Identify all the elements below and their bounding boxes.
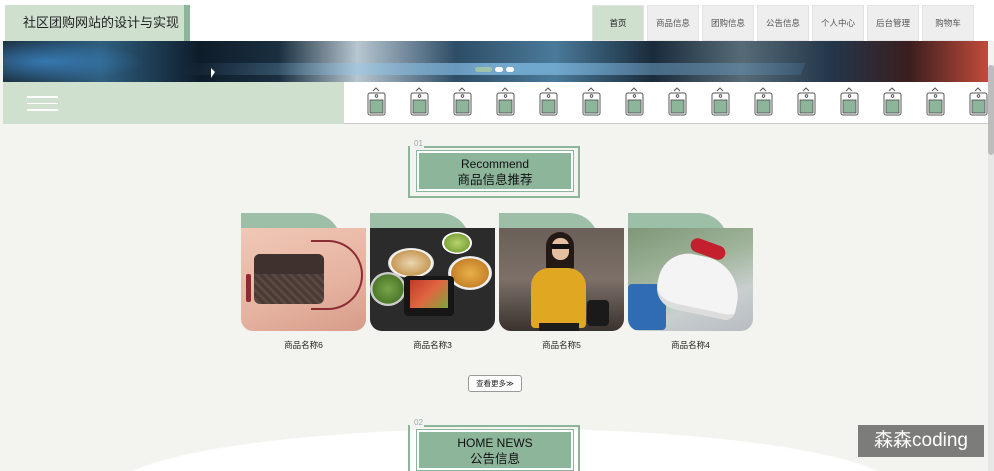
product-card[interactable]: 商品名称5 xyxy=(499,213,624,351)
product-list: 商品名称6 商品名称3 商品名称5 商品名称4 xyxy=(241,213,753,351)
recommend-section-title: 01 Recommend 商品信息推荐 xyxy=(408,139,580,198)
card-tab-decoration xyxy=(370,213,495,228)
nav-item-products[interactable]: 商品信息 xyxy=(647,5,699,41)
price-tag-icon[interactable] xyxy=(365,87,388,118)
product-image[interactable] xyxy=(628,228,753,331)
hamburger-menu-icon[interactable] xyxy=(27,96,58,116)
carousel-dot-3[interactable] xyxy=(506,67,514,72)
nav-item-admin[interactable]: 后台管理 xyxy=(867,5,919,41)
carousel-dot-2[interactable] xyxy=(495,67,503,72)
price-tag-icon[interactable] xyxy=(580,87,603,118)
section-title-cn: 商品信息推荐 xyxy=(457,173,533,187)
section-title-en: Recommend xyxy=(460,157,530,171)
price-tag-icon[interactable] xyxy=(666,87,689,118)
price-tag-icon[interactable] xyxy=(537,87,560,118)
site-title[interactable]: 社区团购网站的设计与实现 xyxy=(5,5,190,41)
card-tab-decoration xyxy=(241,213,366,228)
section-title-box: Recommend 商品信息推荐 xyxy=(416,150,574,192)
price-tag-icon[interactable] xyxy=(494,87,517,118)
price-tag-icon[interactable] xyxy=(451,87,474,118)
product-image[interactable] xyxy=(370,228,495,331)
card-tab-decoration xyxy=(499,213,624,228)
price-tag-icon[interactable] xyxy=(881,87,904,118)
product-card[interactable]: 商品名称6 xyxy=(241,213,366,351)
price-tag-icon[interactable] xyxy=(709,87,732,118)
banner-carousel[interactable] xyxy=(3,41,988,82)
product-name[interactable]: 商品名称3 xyxy=(370,339,495,351)
carousel-dots xyxy=(475,67,514,72)
card-tab-decoration xyxy=(628,213,753,228)
section-title-cn: 公告信息 xyxy=(469,452,520,466)
main-nav: 首页 商品信息 团购信息 公告信息 个人中心 后台管理 购物车 xyxy=(592,5,974,41)
price-tag-icon[interactable] xyxy=(967,87,990,118)
nav-item-cart[interactable]: 购物车 xyxy=(922,5,974,41)
nav-item-home[interactable]: 首页 xyxy=(592,5,644,41)
news-section-title: 02 HOME NEWS 公告信息 xyxy=(408,418,580,471)
carousel-dot-1[interactable] xyxy=(475,67,492,72)
category-tags xyxy=(365,87,990,118)
category-strip xyxy=(3,82,988,124)
section-title-en: HOME NEWS xyxy=(457,436,533,450)
top-header: 社区团购网站的设计与实现 首页 商品信息 团购信息 公告信息 个人中心 后台管理… xyxy=(0,0,994,41)
category-menu[interactable] xyxy=(3,82,344,124)
product-name[interactable]: 商品名称5 xyxy=(499,339,624,351)
product-image[interactable] xyxy=(499,228,624,331)
price-tag-icon[interactable] xyxy=(752,87,775,118)
product-name[interactable]: 商品名称4 xyxy=(628,339,753,351)
mouse-cursor-icon xyxy=(211,68,215,78)
price-tag-icon[interactable] xyxy=(408,87,431,118)
section-title-box: HOME NEWS 公告信息 xyxy=(416,429,574,471)
price-tag-icon[interactable] xyxy=(838,87,861,118)
product-card[interactable]: 商品名称3 xyxy=(370,213,495,351)
product-name[interactable]: 商品名称6 xyxy=(241,339,366,351)
price-tag-icon[interactable] xyxy=(623,87,646,118)
nav-item-profile[interactable]: 个人中心 xyxy=(812,5,864,41)
scrollbar-thumb[interactable] xyxy=(988,65,994,155)
nav-item-notices[interactable]: 公告信息 xyxy=(757,5,809,41)
nav-item-group-buy[interactable]: 团购信息 xyxy=(702,5,754,41)
price-tag-icon[interactable] xyxy=(924,87,947,118)
view-more-button[interactable]: 查看更多≫ xyxy=(468,375,522,392)
product-card[interactable]: 商品名称4 xyxy=(628,213,753,351)
product-image[interactable] xyxy=(241,228,366,331)
watermark: 森森coding xyxy=(858,425,984,457)
price-tag-icon[interactable] xyxy=(795,87,818,118)
banner-glow xyxy=(3,41,143,82)
